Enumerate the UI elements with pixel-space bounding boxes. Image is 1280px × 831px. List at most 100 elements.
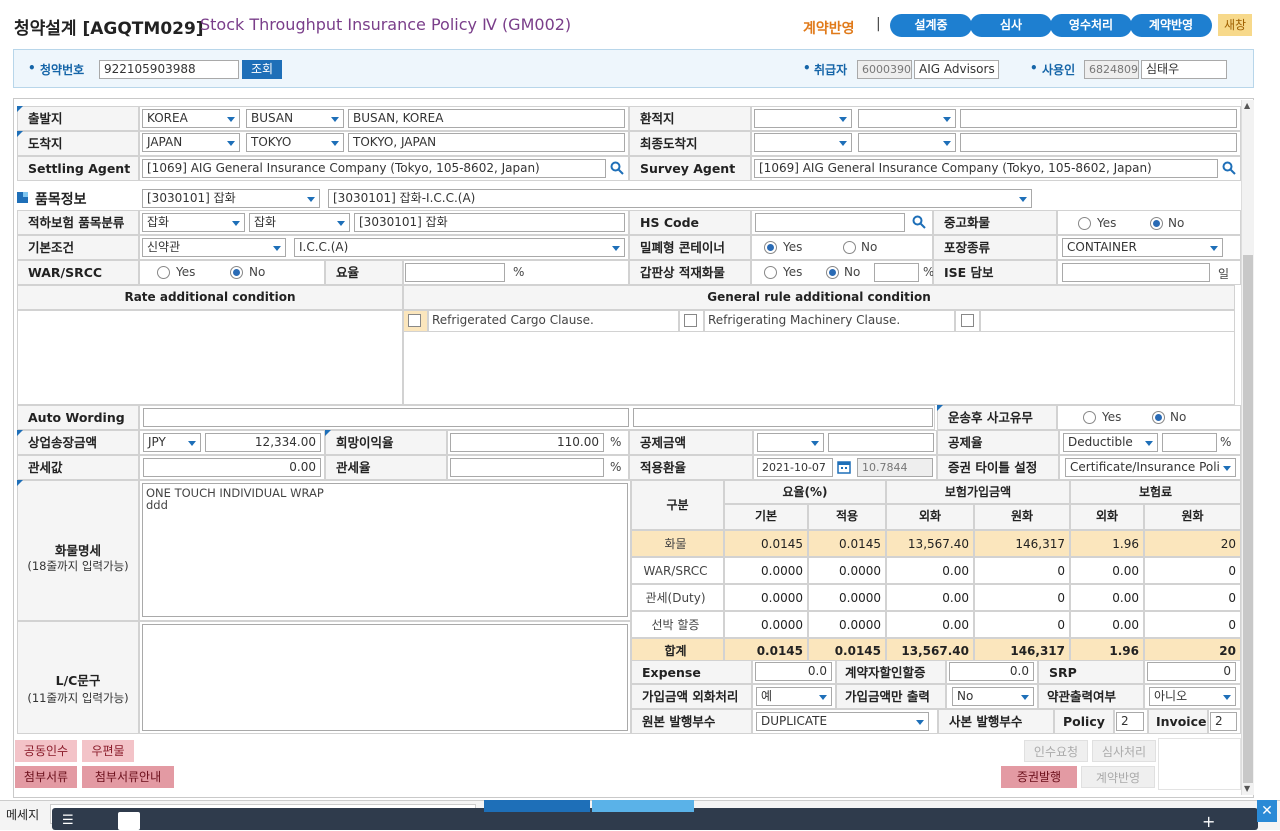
scrollbar-thumb[interactable] — [1243, 255, 1253, 783]
profit-rate-input[interactable]: 110.00 — [450, 433, 604, 452]
invoice-count-input[interactable]: 2 — [1210, 712, 1237, 731]
lc-textarea[interactable] — [142, 624, 628, 731]
deck-rate-input[interactable] — [874, 263, 919, 282]
item-code-select[interactable]: [3030101] 잡화 — [142, 189, 320, 208]
review-process-button[interactable]: 심사처리 — [1092, 740, 1156, 762]
departure-text-input[interactable]: BUSAN, KOREA — [348, 109, 625, 128]
rate-input[interactable] — [405, 263, 505, 282]
search-icon[interactable] — [912, 215, 926, 229]
final-text-input[interactable] — [960, 133, 1237, 152]
auto-wording-input-2[interactable] — [633, 408, 933, 427]
step-design[interactable]: 설계중 — [890, 14, 972, 37]
query-button[interactable]: 조회 — [242, 60, 282, 79]
original-copies-select[interactable]: DUPLICATE — [756, 712, 929, 731]
clause1-checkbox[interactable] — [408, 314, 421, 327]
accept-request-button[interactable]: 인수요청 — [1024, 740, 1088, 762]
premium-row-apply: 0.0000 — [808, 584, 886, 611]
terms-print-select[interactable]: 아니오 — [1149, 687, 1236, 706]
war-no-radio[interactable] — [230, 266, 243, 279]
used-yes-radio[interactable] — [1078, 217, 1091, 230]
step-review[interactable]: 심사 — [970, 14, 1052, 37]
scroll-down-icon[interactable]: ▼ — [1244, 784, 1250, 793]
clause2-checkbox[interactable] — [684, 314, 697, 327]
new-window-button[interactable]: 새창 — [1218, 14, 1252, 36]
policy-input[interactable]: 2 — [1116, 712, 1144, 731]
fc-processing-select[interactable]: 예 — [756, 687, 832, 706]
sum-krw-header: 원화 — [974, 504, 1070, 530]
deduct-amount-input[interactable] — [828, 433, 934, 452]
search-icon[interactable] — [1222, 161, 1236, 175]
cargo-desc-hint: (18줄까지 입력가능) — [27, 559, 129, 573]
auto-wording-input[interactable] — [143, 408, 629, 427]
survey-agent-input[interactable]: [1069] AIG General Insurance Company (To… — [754, 159, 1218, 178]
war-yes-radio[interactable] — [157, 266, 170, 279]
fx-date-input[interactable]: 2021-10-07 — [757, 458, 833, 477]
calendar-icon[interactable] — [837, 460, 851, 474]
expense-input[interactable]: 0.0 — [755, 662, 832, 681]
attachment-guide-button[interactable]: 첨부서류안내 — [82, 766, 174, 788]
co-insurance-button[interactable]: 공동인수 — [15, 740, 77, 762]
currency-select[interactable]: JPY — [143, 433, 201, 452]
tab-strip-secondary[interactable] — [592, 800, 694, 812]
arrival-text-input[interactable]: TOKYO, JAPAN — [348, 133, 625, 152]
basic1-select[interactable]: 신약관 — [142, 238, 286, 257]
scroll-up-icon[interactable]: ▲ — [1244, 101, 1250, 110]
deck-no-radio[interactable] — [826, 266, 839, 279]
transship-city-select[interactable] — [858, 109, 956, 128]
original-copies-label: 원본 발행부수 — [631, 709, 752, 734]
final-city-select[interactable] — [858, 133, 956, 152]
postal-button[interactable]: 우편물 — [82, 740, 134, 762]
prem-krw-header: 원화 — [1144, 504, 1241, 530]
accident-yes-radio[interactable] — [1083, 411, 1096, 424]
transship-text-input[interactable] — [960, 109, 1237, 128]
invoice-amount-input[interactable]: 12,334.00 — [205, 433, 321, 452]
departure-country-select[interactable]: KOREA — [142, 109, 240, 128]
accident-no-radio[interactable] — [1152, 411, 1165, 424]
page-title: 청약설계 [AGQTM029] — [14, 19, 204, 39]
used-no-radio[interactable] — [1150, 217, 1163, 230]
close-icon[interactable]: ✕ — [1257, 800, 1277, 822]
class1-select[interactable]: 잡화 — [142, 213, 245, 232]
premium-row-sum-fc: 0.00 — [886, 557, 974, 584]
attachment-button[interactable]: 첨부서류 — [15, 766, 77, 788]
arrival-city-select[interactable]: TOKYO — [246, 133, 344, 152]
container-yes-radio[interactable] — [764, 241, 777, 254]
step-receipt[interactable]: 영수처리 — [1050, 14, 1132, 37]
hs-code-input[interactable] — [755, 213, 905, 232]
issue-policy-button[interactable]: 증권발행 — [1001, 766, 1077, 788]
document-icon[interactable] — [118, 812, 140, 830]
discount-input[interactable]: 0.0 — [949, 662, 1034, 681]
container-no-radio[interactable] — [843, 241, 856, 254]
transship-country-select[interactable] — [754, 109, 852, 128]
cargo-desc-textarea[interactable] — [142, 483, 628, 617]
packing-select[interactable]: CONTAINER — [1062, 238, 1223, 257]
search-icon[interactable] — [610, 161, 624, 175]
settling-agent-input[interactable]: [1069] AIG General Insurance Company (To… — [142, 159, 606, 178]
srp-input[interactable]: 0 — [1147, 662, 1236, 681]
deck-yes-radio[interactable] — [764, 266, 777, 279]
departure-city-select[interactable]: BUSAN — [246, 109, 344, 128]
class2-select[interactable]: 잡화 — [249, 213, 350, 232]
contract-apply-button[interactable]: 계약반영 — [1081, 766, 1155, 788]
clause3-checkbox[interactable] — [961, 314, 974, 327]
arrival-country-select[interactable]: JAPAN — [142, 133, 240, 152]
accident-yes-text: Yes — [1102, 410, 1122, 424]
basic2-select[interactable]: I.C.C.(A) — [294, 238, 625, 257]
item-clause-select[interactable]: [3030101] 잡화-I.C.C.(A) — [328, 189, 1032, 208]
cert-title-select[interactable]: Certificate/Insurance Poli — [1065, 458, 1236, 477]
plus-icon[interactable]: + — [1202, 812, 1215, 831]
deduct-currency-select[interactable] — [757, 433, 824, 452]
amount-only-select[interactable]: No — [952, 687, 1034, 706]
customs-value-input[interactable]: 0.00 — [143, 458, 321, 477]
deduct-rate-input[interactable] — [1162, 433, 1217, 452]
hs-code-label: HS Code — [629, 210, 751, 235]
ise-input[interactable] — [1062, 263, 1210, 282]
duty-rate-input[interactable] — [450, 458, 604, 477]
step-contract[interactable]: 계약반영 — [1130, 14, 1212, 37]
final-country-select[interactable] — [754, 133, 852, 152]
class3-input[interactable]: [3030101] 잡화 — [354, 213, 625, 232]
application-number-input[interactable]: 922105903988 — [99, 60, 239, 79]
menu-icon[interactable]: ☰ — [62, 813, 74, 828]
tab-strip-active[interactable] — [484, 800, 590, 812]
deduct-type-select[interactable]: Deductible — [1063, 433, 1158, 452]
